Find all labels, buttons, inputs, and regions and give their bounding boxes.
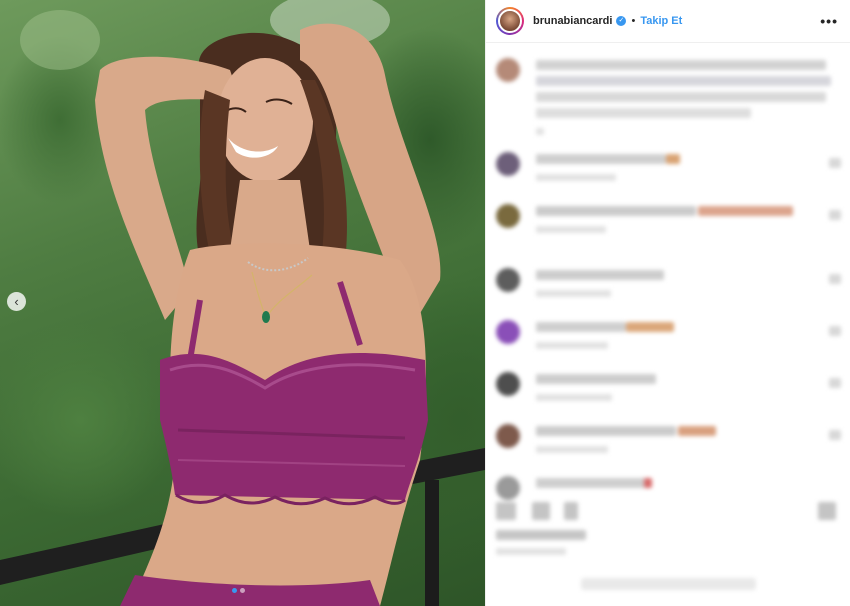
carousel-dot-active	[232, 588, 237, 593]
carousel-prev-button[interactable]: ‹	[7, 292, 26, 311]
avatar[interactable]	[498, 9, 522, 33]
post-side-panel: brunabiancardi ✓ • Takip Et •••	[485, 0, 850, 606]
like-comment-icon[interactable]	[829, 326, 841, 336]
like-comment-icon[interactable]	[829, 274, 841, 284]
carousel-dot	[240, 588, 245, 593]
separator-dot: •	[631, 15, 636, 27]
post-image[interactable]: ‹	[0, 0, 485, 606]
carousel-dots	[232, 588, 245, 593]
more-options-button[interactable]: •••	[820, 13, 838, 29]
like-comment-icon[interactable]	[829, 378, 841, 388]
add-comment-input[interactable]	[581, 578, 756, 590]
comments-list	[486, 44, 850, 564]
avatar	[496, 58, 520, 82]
like-comment-icon[interactable]	[829, 430, 841, 440]
woman-in-lace-top-illustration	[0, 0, 485, 606]
story-ring[interactable]	[496, 7, 524, 35]
verified-badge-icon: ✓	[616, 16, 627, 26]
like-comment-icon[interactable]	[829, 210, 841, 220]
post-header: brunabiancardi ✓ • Takip Et •••	[486, 0, 850, 43]
follow-button[interactable]: Takip Et	[640, 15, 682, 27]
like-comment-icon[interactable]	[829, 158, 841, 168]
username-link[interactable]: brunabiancardi	[533, 15, 612, 27]
